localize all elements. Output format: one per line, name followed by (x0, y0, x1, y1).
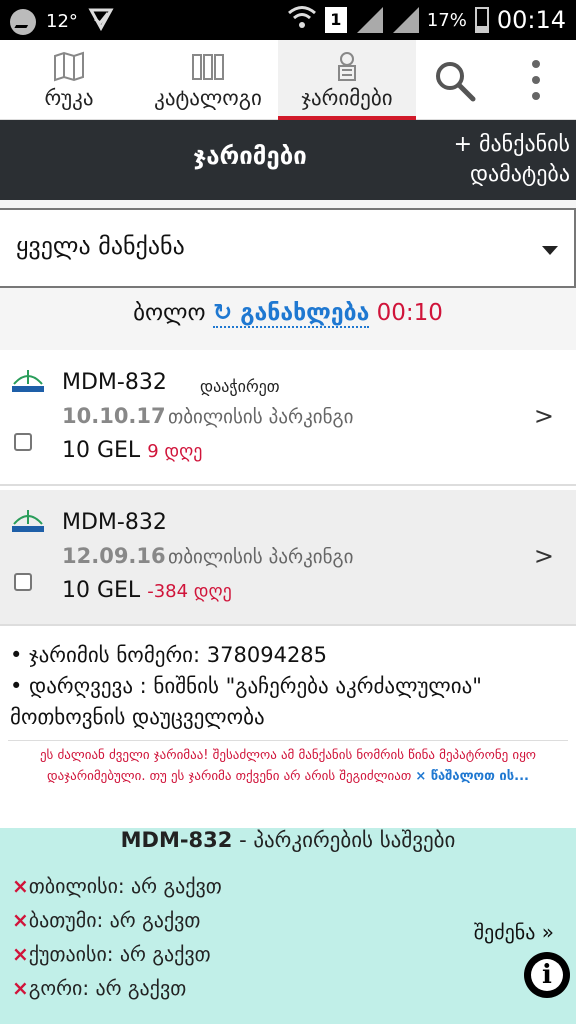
city-pass-text: გორი: არ გაქვთ (28, 976, 187, 1000)
fine-days: -384 დღე (147, 581, 232, 602)
page-title: ჯარიმები (193, 142, 307, 170)
clock: 00:14 (496, 6, 566, 34)
status-bar-right: 1 17% 00:14 (287, 4, 566, 36)
fine-amount-line: 10 GEL 9 დღე (62, 438, 202, 463)
top-nav: რუკა კატალოგი ჯარიმები (0, 40, 576, 120)
catalog-icon (188, 50, 228, 82)
city-pass-text: ბათუმი: არ გაქვთ (28, 908, 201, 932)
tab-map[interactable]: რუკა (0, 40, 138, 120)
add-car-line2: დამატება (470, 162, 570, 187)
fine-violation: • დარღვევა : ნიშნის "გაჩერება აკრძალულია… (10, 674, 482, 729)
refresh-line: ბოლო ↻ განახლება 00:10 (0, 300, 576, 328)
ctpark-logo (10, 506, 46, 536)
ctpark-logo (10, 366, 46, 396)
city-pass-row: ×ბათუმი: არ გაქვთ (12, 908, 200, 932)
fine-checkbox[interactable] (14, 433, 32, 451)
info-button[interactable]: i (524, 952, 570, 998)
tab-fines[interactable]: ჯარიმები (278, 40, 416, 120)
fine-open-arrow[interactable]: > (534, 542, 554, 570)
parking-passes-subtitle: - პარკირების საშვები (232, 828, 456, 852)
refresh-prefix: ბოლო (133, 300, 206, 326)
add-car-line1: + მანქანის (453, 132, 570, 157)
sim-icon: 1 (324, 7, 347, 33)
add-car-button[interactable]: + მანქანის დამატება (454, 130, 570, 190)
messenger-icon (10, 8, 36, 35)
fine-checkbox[interactable] (14, 573, 32, 591)
fine-date: 12.09.16 (62, 544, 166, 568)
temperature-text: 12° (46, 11, 78, 32)
refresh-icon: ↻ (212, 300, 233, 326)
status-bar: 12° 1 17% 00:14 (0, 0, 576, 40)
battery-percent: 17% (426, 9, 467, 31)
signal-icon-2 (391, 7, 419, 33)
fine-place: თბილისის პარკინგი (168, 546, 354, 568)
tab-fines-label: ჯარიმები (301, 86, 393, 110)
refresh-link[interactable]: ↻ განახლება (212, 300, 370, 328)
signal-icon (355, 7, 383, 33)
parking-passes-title: MDM-832 - პარკირების საშვები (0, 828, 576, 852)
old-fine-warning: ეს ძალიან ძველი ჯარიმაა! შესაძლოა ამ მან… (8, 740, 568, 787)
city-pass-row: ×ქუთაისი: არ გაქვთ (12, 942, 211, 966)
fine-days: 9 დღე (147, 441, 203, 462)
info-icon: i (542, 960, 552, 990)
parking-passes-plate: MDM-832 (120, 828, 233, 852)
fine-open-arrow[interactable]: > (534, 402, 554, 430)
city-pass-text: ქუთაისი: არ გაქვთ (28, 942, 211, 966)
buy-pass-button[interactable]: შეძენა » (474, 920, 554, 944)
city-pass-row: ×გორი: არ გაქვთ (12, 976, 186, 1000)
fine-row[interactable]: MDM-832 12.09.16 თბილისის პარკინგი 10 GE… (0, 490, 576, 626)
fine-date: 10.10.17 (62, 404, 166, 428)
tab-map-label: რუკა (44, 86, 94, 110)
cross-icon: × (12, 874, 29, 898)
cross-icon: × (12, 908, 29, 932)
car-filter-value: ყველა მანქანა (16, 232, 185, 260)
fine-number: • ჯარიმის ნომერი: 378094285 (10, 643, 328, 667)
parking-passes-panel: MDM-832 - პარკირების საშვები ×თბილისი: ა… (0, 828, 576, 1024)
fines-icon (327, 50, 367, 82)
cross-icon: × (12, 976, 29, 1000)
fine-plate: MDM-832 (62, 510, 167, 535)
status-bar-left: 12° (10, 6, 114, 37)
fine-amount-line: 10 GEL -384 დღე (62, 578, 232, 603)
delete-fine-link[interactable]: × წაშალოთ ის... (415, 769, 529, 784)
city-pass-row: ×თბილისი: არ გაქვთ (12, 874, 222, 898)
car-filter-select[interactable]: ყველა მანქანა (0, 208, 576, 288)
city-pass-text: თბილისი: არ გაქვთ (28, 874, 222, 898)
chevron-down-icon (542, 246, 558, 255)
fine-amount: 10 GEL (62, 438, 141, 463)
tab-catalog[interactable]: კატალოგი (138, 40, 278, 120)
wifi-icon (287, 4, 317, 36)
map-icon (49, 50, 89, 82)
overflow-menu-icon[interactable] (526, 58, 546, 108)
cross-icon: × (12, 942, 29, 966)
fine-plate: MDM-832 (62, 370, 167, 395)
fine-amount: 10 GEL (62, 578, 141, 603)
send-icon (88, 6, 114, 37)
fine-details: • ჯარიმის ნომერი: 378094285 • დარღვევა :… (10, 640, 566, 733)
fine-status: დააჭირეთ (200, 377, 280, 396)
fine-row[interactable]: MDM-832 დააჭირეთ 10.10.17 თბილისის პარკი… (0, 352, 576, 486)
search-icon[interactable] (432, 58, 478, 108)
tab-catalog-label: კატალოგი (154, 86, 262, 110)
refresh-label: განახლება (240, 300, 370, 326)
refresh-time: 00:10 (376, 300, 443, 326)
battery-icon (474, 7, 489, 33)
fine-place: თბილისის პარკინგი (168, 406, 354, 428)
page-header: ჯარიმები + მანქანის დამატება (0, 120, 576, 200)
